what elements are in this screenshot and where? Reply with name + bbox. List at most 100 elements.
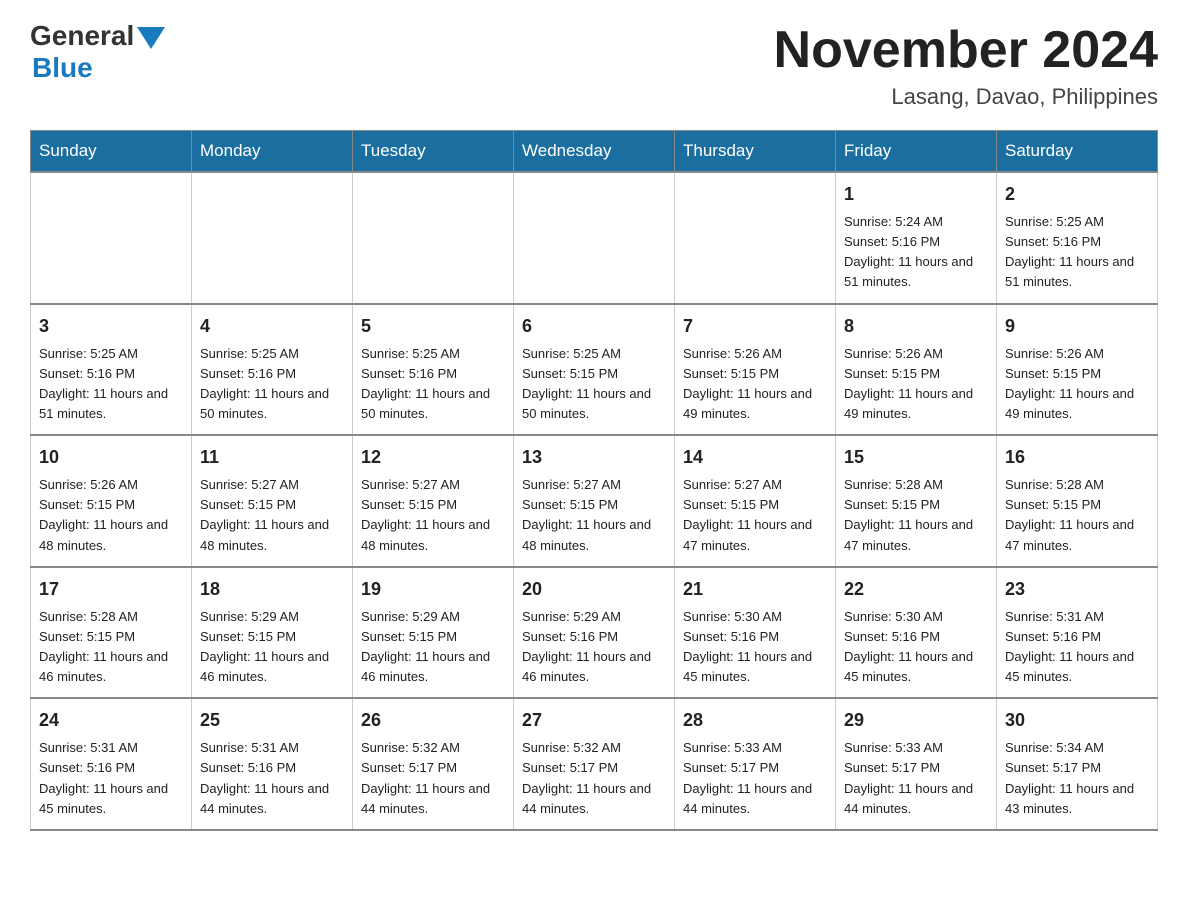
day-info: Sunrise: 5:26 AM Sunset: 5:15 PM Dayligh…: [39, 475, 183, 556]
day-info: Sunrise: 5:25 AM Sunset: 5:16 PM Dayligh…: [1005, 212, 1149, 293]
day-number: 11: [200, 444, 344, 471]
calendar-day-cell: 10 Sunrise: 5:26 AM Sunset: 5:15 PM Dayli…: [31, 435, 192, 567]
day-number: 10: [39, 444, 183, 471]
calendar-day-cell: 4 Sunrise: 5:25 AM Sunset: 5:16 PM Daylig…: [192, 304, 353, 436]
calendar-day-cell: 15Sunrise: 5:28 AM Sunset: 5:15 PM Dayli…: [836, 435, 997, 567]
day-number: 9: [1005, 313, 1149, 340]
day-number: 28: [683, 707, 827, 734]
day-number: 14: [683, 444, 827, 471]
day-number: 7: [683, 313, 827, 340]
calendar-day-cell: 8 Sunrise: 5:26 AM Sunset: 5:15 PM Daylig…: [836, 304, 997, 436]
page-header: General Blue November 2024 Lasang, Davao…: [30, 20, 1158, 110]
calendar-week-row: 24 Sunrise: 5:31 AM Sunset: 5:16 PM Dayli…: [31, 698, 1158, 830]
day-info: Sunrise: 5:30 AM Sunset: 5:16 PM Dayligh…: [844, 607, 988, 688]
day-info: Sunrise: 5:30 AM Sunset: 5:16 PM Dayligh…: [683, 607, 827, 688]
title-section: November 2024 Lasang, Davao, Philippines: [774, 20, 1158, 110]
day-info: Sunrise: 5:26 AM Sunset: 5:15 PM Dayligh…: [683, 344, 827, 425]
calendar-weekday-header: Thursday: [675, 131, 836, 173]
calendar-weekday-header: Saturday: [997, 131, 1158, 173]
logo-general-text: General: [30, 20, 134, 52]
calendar-day-cell: 1 Sunrise: 5:24 AM Sunset: 5:16 PM Daylig…: [836, 172, 997, 304]
calendar-weekday-header: Friday: [836, 131, 997, 173]
day-info: Sunrise: 5:32 AM Sunset: 5:17 PM Dayligh…: [361, 738, 505, 819]
calendar-day-cell: 24Sunrise: 5:31 AM Sunset: 5:16 PM Dayli…: [31, 698, 192, 830]
day-info: Sunrise: 5:25 AM Sunset: 5:16 PM Dayligh…: [361, 344, 505, 425]
calendar-weekday-header: Tuesday: [353, 131, 514, 173]
calendar-day-cell: [353, 172, 514, 304]
day-info: Sunrise: 5:28 AM Sunset: 5:15 PM Dayligh…: [39, 607, 183, 688]
day-number: 4: [200, 313, 344, 340]
calendar-day-cell: 7 Sunrise: 5:26 AM Sunset: 5:15 PM Daylig…: [675, 304, 836, 436]
calendar-day-cell: 12 Sunrise: 5:27 AM Sunset: 5:15 PM Dayli…: [353, 435, 514, 567]
calendar-day-cell: 22 Sunrise: 5:30 AM Sunset: 5:16 PM Dayli…: [836, 567, 997, 699]
calendar-week-row: 1 Sunrise: 5:24 AM Sunset: 5:16 PM Daylig…: [31, 172, 1158, 304]
logo-blue-text: Blue: [32, 52, 93, 84]
day-number: 19: [361, 576, 505, 603]
day-number: 29: [844, 707, 988, 734]
day-info: Sunrise: 5:25 AM Sunset: 5:16 PM Dayligh…: [200, 344, 344, 425]
day-number: 3: [39, 313, 183, 340]
calendar-day-cell: 9 Sunrise: 5:26 AM Sunset: 5:15 PM Daylig…: [997, 304, 1158, 436]
calendar-day-cell: 3 Sunrise: 5:25 AM Sunset: 5:16 PM Daylig…: [31, 304, 192, 436]
day-info: Sunrise: 5:29 AM Sunset: 5:16 PM Dayligh…: [522, 607, 666, 688]
calendar-day-cell: 13 Sunrise: 5:27 AM Sunset: 5:15 PM Dayli…: [514, 435, 675, 567]
logo-triangle-icon: [137, 27, 165, 49]
calendar-weekday-header: Monday: [192, 131, 353, 173]
calendar-weekday-header: Wednesday: [514, 131, 675, 173]
day-number: 1: [844, 181, 988, 208]
calendar-day-cell: 29 Sunrise: 5:33 AM Sunset: 5:17 PM Dayli…: [836, 698, 997, 830]
day-info: Sunrise: 5:33 AM Sunset: 5:17 PM Dayligh…: [844, 738, 988, 819]
day-number: 25: [200, 707, 344, 734]
day-info: Sunrise: 5:27 AM Sunset: 5:15 PM Dayligh…: [361, 475, 505, 556]
day-info: Sunrise: 5:25 AM Sunset: 5:16 PM Dayligh…: [39, 344, 183, 425]
day-number: 16: [1005, 444, 1149, 471]
day-info: Sunrise: 5:29 AM Sunset: 5:15 PM Dayligh…: [200, 607, 344, 688]
calendar-day-cell: 5 Sunrise: 5:25 AM Sunset: 5:16 PM Daylig…: [353, 304, 514, 436]
day-number: 20: [522, 576, 666, 603]
calendar-day-cell: 6Sunrise: 5:25 AM Sunset: 5:15 PM Daylig…: [514, 304, 675, 436]
calendar-day-cell: 14 Sunrise: 5:27 AM Sunset: 5:15 PM Dayli…: [675, 435, 836, 567]
location-subtitle: Lasang, Davao, Philippines: [774, 84, 1158, 110]
day-number: 18: [200, 576, 344, 603]
calendar-day-cell: 21Sunrise: 5:30 AM Sunset: 5:16 PM Dayli…: [675, 567, 836, 699]
day-info: Sunrise: 5:24 AM Sunset: 5:16 PM Dayligh…: [844, 212, 988, 293]
day-number: 15: [844, 444, 988, 471]
day-info: Sunrise: 5:28 AM Sunset: 5:15 PM Dayligh…: [1005, 475, 1149, 556]
logo: General Blue: [30, 20, 165, 84]
day-number: 22: [844, 576, 988, 603]
day-info: Sunrise: 5:25 AM Sunset: 5:15 PM Dayligh…: [522, 344, 666, 425]
day-number: 13: [522, 444, 666, 471]
day-number: 2: [1005, 181, 1149, 208]
day-info: Sunrise: 5:27 AM Sunset: 5:15 PM Dayligh…: [200, 475, 344, 556]
calendar-day-cell: 17Sunrise: 5:28 AM Sunset: 5:15 PM Dayli…: [31, 567, 192, 699]
day-number: 27: [522, 707, 666, 734]
day-number: 24: [39, 707, 183, 734]
calendar-day-cell: 2 Sunrise: 5:25 AM Sunset: 5:16 PM Daylig…: [997, 172, 1158, 304]
day-info: Sunrise: 5:34 AM Sunset: 5:17 PM Dayligh…: [1005, 738, 1149, 819]
day-number: 5: [361, 313, 505, 340]
calendar-week-row: 3 Sunrise: 5:25 AM Sunset: 5:16 PM Daylig…: [31, 304, 1158, 436]
calendar-day-cell: 16 Sunrise: 5:28 AM Sunset: 5:15 PM Dayli…: [997, 435, 1158, 567]
day-info: Sunrise: 5:29 AM Sunset: 5:15 PM Dayligh…: [361, 607, 505, 688]
day-info: Sunrise: 5:27 AM Sunset: 5:15 PM Dayligh…: [522, 475, 666, 556]
calendar-day-cell: 25 Sunrise: 5:31 AM Sunset: 5:16 PM Dayli…: [192, 698, 353, 830]
day-info: Sunrise: 5:32 AM Sunset: 5:17 PM Dayligh…: [522, 738, 666, 819]
calendar-day-cell: [192, 172, 353, 304]
calendar-day-cell: 20 Sunrise: 5:29 AM Sunset: 5:16 PM Dayli…: [514, 567, 675, 699]
calendar-day-cell: [675, 172, 836, 304]
calendar-day-cell: 28Sunrise: 5:33 AM Sunset: 5:17 PM Dayli…: [675, 698, 836, 830]
day-info: Sunrise: 5:31 AM Sunset: 5:16 PM Dayligh…: [1005, 607, 1149, 688]
day-number: 12: [361, 444, 505, 471]
day-number: 8: [844, 313, 988, 340]
calendar-day-cell: [514, 172, 675, 304]
day-info: Sunrise: 5:31 AM Sunset: 5:16 PM Dayligh…: [200, 738, 344, 819]
day-number: 23: [1005, 576, 1149, 603]
calendar-day-cell: 19 Sunrise: 5:29 AM Sunset: 5:15 PM Dayli…: [353, 567, 514, 699]
day-info: Sunrise: 5:26 AM Sunset: 5:15 PM Dayligh…: [844, 344, 988, 425]
month-year-title: November 2024: [774, 20, 1158, 80]
day-info: Sunrise: 5:26 AM Sunset: 5:15 PM Dayligh…: [1005, 344, 1149, 425]
calendar-day-cell: 18 Sunrise: 5:29 AM Sunset: 5:15 PM Dayli…: [192, 567, 353, 699]
day-number: 30: [1005, 707, 1149, 734]
day-info: Sunrise: 5:27 AM Sunset: 5:15 PM Dayligh…: [683, 475, 827, 556]
calendar-day-cell: 11 Sunrise: 5:27 AM Sunset: 5:15 PM Dayli…: [192, 435, 353, 567]
